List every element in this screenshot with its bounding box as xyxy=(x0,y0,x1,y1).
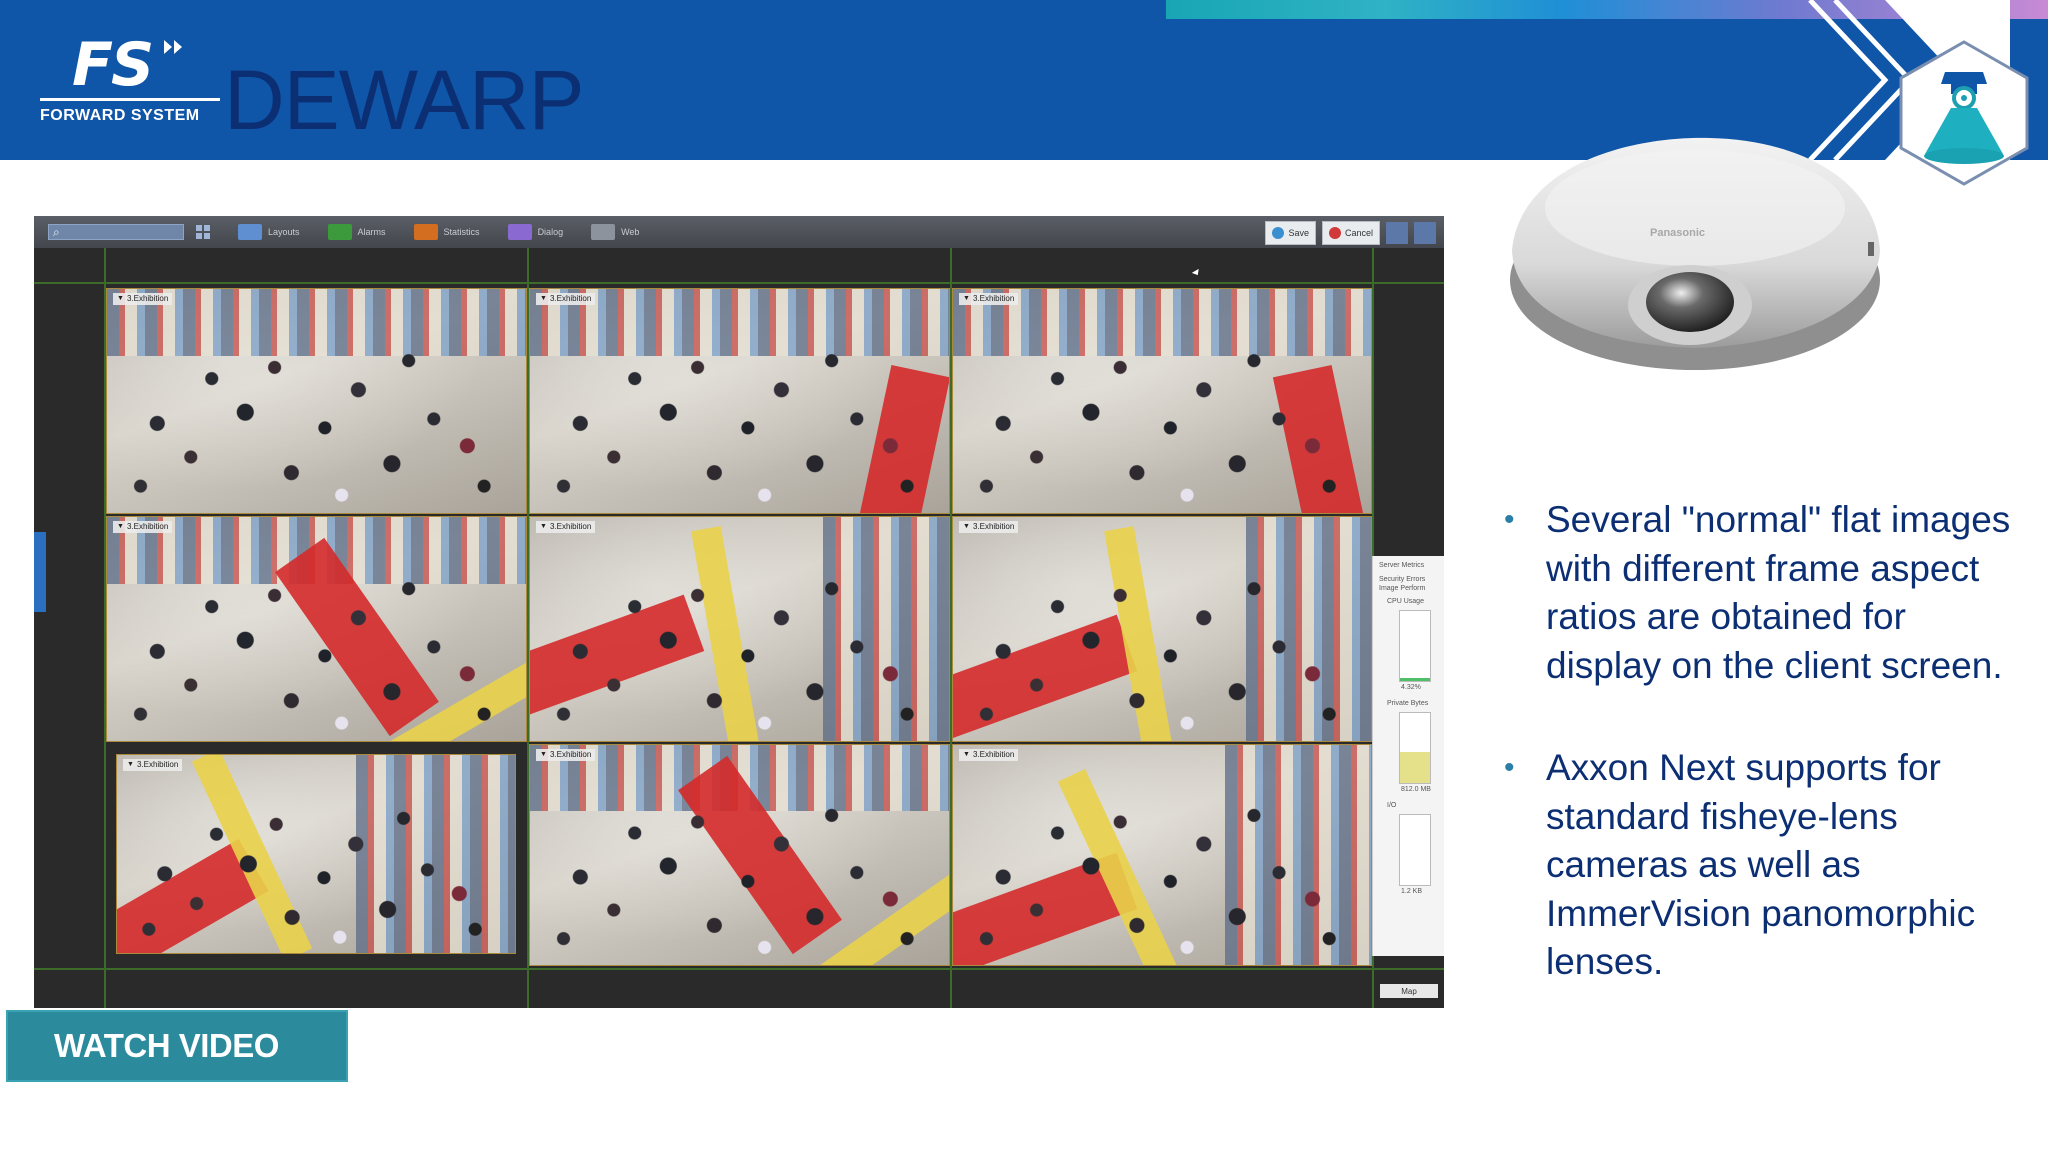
bullet-text: Axxon Next supports for standard fisheye… xyxy=(1546,747,1976,982)
layout-grid-icon[interactable] xyxy=(196,225,210,239)
bullet-dot-icon: • xyxy=(1504,751,1515,784)
check-icon xyxy=(1272,227,1285,239)
tile-crowd xyxy=(953,289,1371,513)
dome-camera-badge-icon xyxy=(1899,40,2029,186)
camera-tile-label: ▼ 3.Exhibition xyxy=(536,521,596,533)
camera-tile-label: ▼ 3.Exhibition xyxy=(959,749,1019,761)
camera-tile-label: ▼ 3.Exhibition xyxy=(536,749,596,761)
map-button[interactable]: Map xyxy=(1380,984,1438,998)
private-bytes-label: Private Bytes xyxy=(1387,700,1429,707)
camera-tile-label: ▼ 3.Exhibition xyxy=(959,521,1019,533)
private-bytes-fill xyxy=(1400,751,1430,783)
camera-tile[interactable]: ▼ 3.Exhibition xyxy=(529,288,950,514)
camera-tile[interactable]: ▼ 3.Exhibition xyxy=(106,516,527,742)
logo-company-name: FORWARD SYSTEM xyxy=(40,107,200,124)
io-meter xyxy=(1399,814,1431,886)
bullet-item: • Axxon Next supports for standard fishe… xyxy=(1494,744,2014,987)
private-bytes-meter xyxy=(1399,712,1431,784)
panasonic-fisheye-camera-image: Panasonic xyxy=(1510,137,1880,370)
forward-system-logo: FS FORWARD SYSTEM xyxy=(38,30,228,130)
logo-rule xyxy=(40,98,220,101)
camera-tile[interactable]: ▼ 3.Exhibition xyxy=(952,516,1372,742)
dialog-icon xyxy=(507,224,532,240)
layout-gridline xyxy=(34,968,1444,970)
toolbar-item-statistics[interactable]: Statistics xyxy=(413,224,480,240)
cpu-usage-fill xyxy=(1400,678,1430,681)
cancel-button[interactable]: Cancel xyxy=(1321,221,1380,245)
metrics-tabs-row-2[interactable]: Image Perform xyxy=(1379,585,1425,592)
watch-video-label: WATCH VIDEO xyxy=(54,1027,279,1064)
camera-tile-label: ▼ 3.Exhibition xyxy=(959,293,1019,305)
bullet-text: Several "normal" flat images with differ… xyxy=(1546,499,2011,686)
layout-gridline xyxy=(34,282,1444,284)
toolbar-item-web[interactable]: Web xyxy=(591,224,639,240)
cpu-usage-label: CPU Usage xyxy=(1387,598,1424,605)
camera-tile[interactable]: ▼ 3.Exhibition xyxy=(952,744,1372,966)
close-icon xyxy=(1328,227,1341,239)
metrics-title: Server Metrics xyxy=(1379,562,1425,569)
mouse-cursor-icon xyxy=(1191,268,1202,278)
vms-screenshot: ⌕ Layouts Alarms Statistics Dialog Web S… xyxy=(34,216,1444,1008)
camera-tile-label: ▼ 3.Exhibition xyxy=(123,759,183,771)
toolbar-actions: Save Cancel xyxy=(1265,221,1436,245)
tile-crowd xyxy=(107,289,526,513)
cpu-usage-value: 4.32% xyxy=(1401,684,1421,691)
zoom-icon[interactable] xyxy=(1386,222,1408,244)
camera-tile[interactable]: ▼ 3.Exhibition xyxy=(529,744,950,966)
tile-crowd xyxy=(953,745,1371,965)
bullet-list: • Several "normal" flat images with diff… xyxy=(1494,496,2014,1041)
private-bytes-value: 812.0 MB xyxy=(1401,786,1431,793)
camera-tile[interactable]: ▼ 3.Exhibition xyxy=(106,288,527,514)
bullet-dot-icon: • xyxy=(1504,503,1515,536)
camera-tile-label: ▼ 3.Exhibition xyxy=(113,521,173,533)
web-icon xyxy=(591,224,616,240)
cpu-usage-meter xyxy=(1399,610,1431,682)
toolbar-item-dialog[interactable]: Dialog xyxy=(507,224,563,240)
page-title: DEWARP xyxy=(224,53,585,147)
statistics-icon xyxy=(413,224,438,240)
bullet-item: • Several "normal" flat images with diff… xyxy=(1494,496,2014,690)
io-label: I/O xyxy=(1387,802,1397,809)
layouts-icon xyxy=(238,224,262,240)
toolbar-item-alarms[interactable]: Alarms xyxy=(327,224,386,240)
camera-tile-label: ▼ 3.Exhibition xyxy=(113,293,173,305)
logo-arrows-icon xyxy=(164,40,182,54)
search-icon: ⌕ xyxy=(53,224,60,239)
tile-crowd xyxy=(953,517,1371,741)
camera-tile[interactable]: ▼ 3.Exhibition xyxy=(529,516,950,742)
camera-tile[interactable]: ▼ 3.Exhibition xyxy=(952,288,1372,514)
io-value: 1.2 KB xyxy=(1401,888,1423,895)
server-metrics-panel: Server Metrics Security Errors Image Per… xyxy=(1372,556,1444,956)
alarms-icon xyxy=(327,224,352,240)
logo-letters: FS xyxy=(72,30,154,100)
settings-icon[interactable] xyxy=(1414,222,1436,244)
tile-crowd xyxy=(530,289,949,513)
tile-crowd xyxy=(117,755,515,953)
side-panel-tab[interactable] xyxy=(34,532,46,612)
metrics-tabs-row-1[interactable]: Security Errors xyxy=(1379,576,1425,583)
vms-search-input[interactable]: ⌕ xyxy=(48,224,184,240)
camera-tile[interactable]: ▼ 3.Exhibition xyxy=(116,754,516,954)
save-button[interactable]: Save xyxy=(1265,221,1316,245)
camera-tile-label: ▼ 3.Exhibition xyxy=(536,293,596,305)
toolbar-item-layouts[interactable]: Layouts xyxy=(238,224,300,240)
tile-crowd xyxy=(530,517,949,741)
watch-video-button[interactable]: WATCH VIDEO xyxy=(6,1010,348,1082)
vms-toolbar: ⌕ Layouts Alarms Statistics Dialog Web S… xyxy=(34,216,1444,248)
tile-crowd xyxy=(530,745,949,965)
tile-crowd xyxy=(107,517,526,741)
camera-brand-text: Panasonic xyxy=(1650,227,1705,239)
